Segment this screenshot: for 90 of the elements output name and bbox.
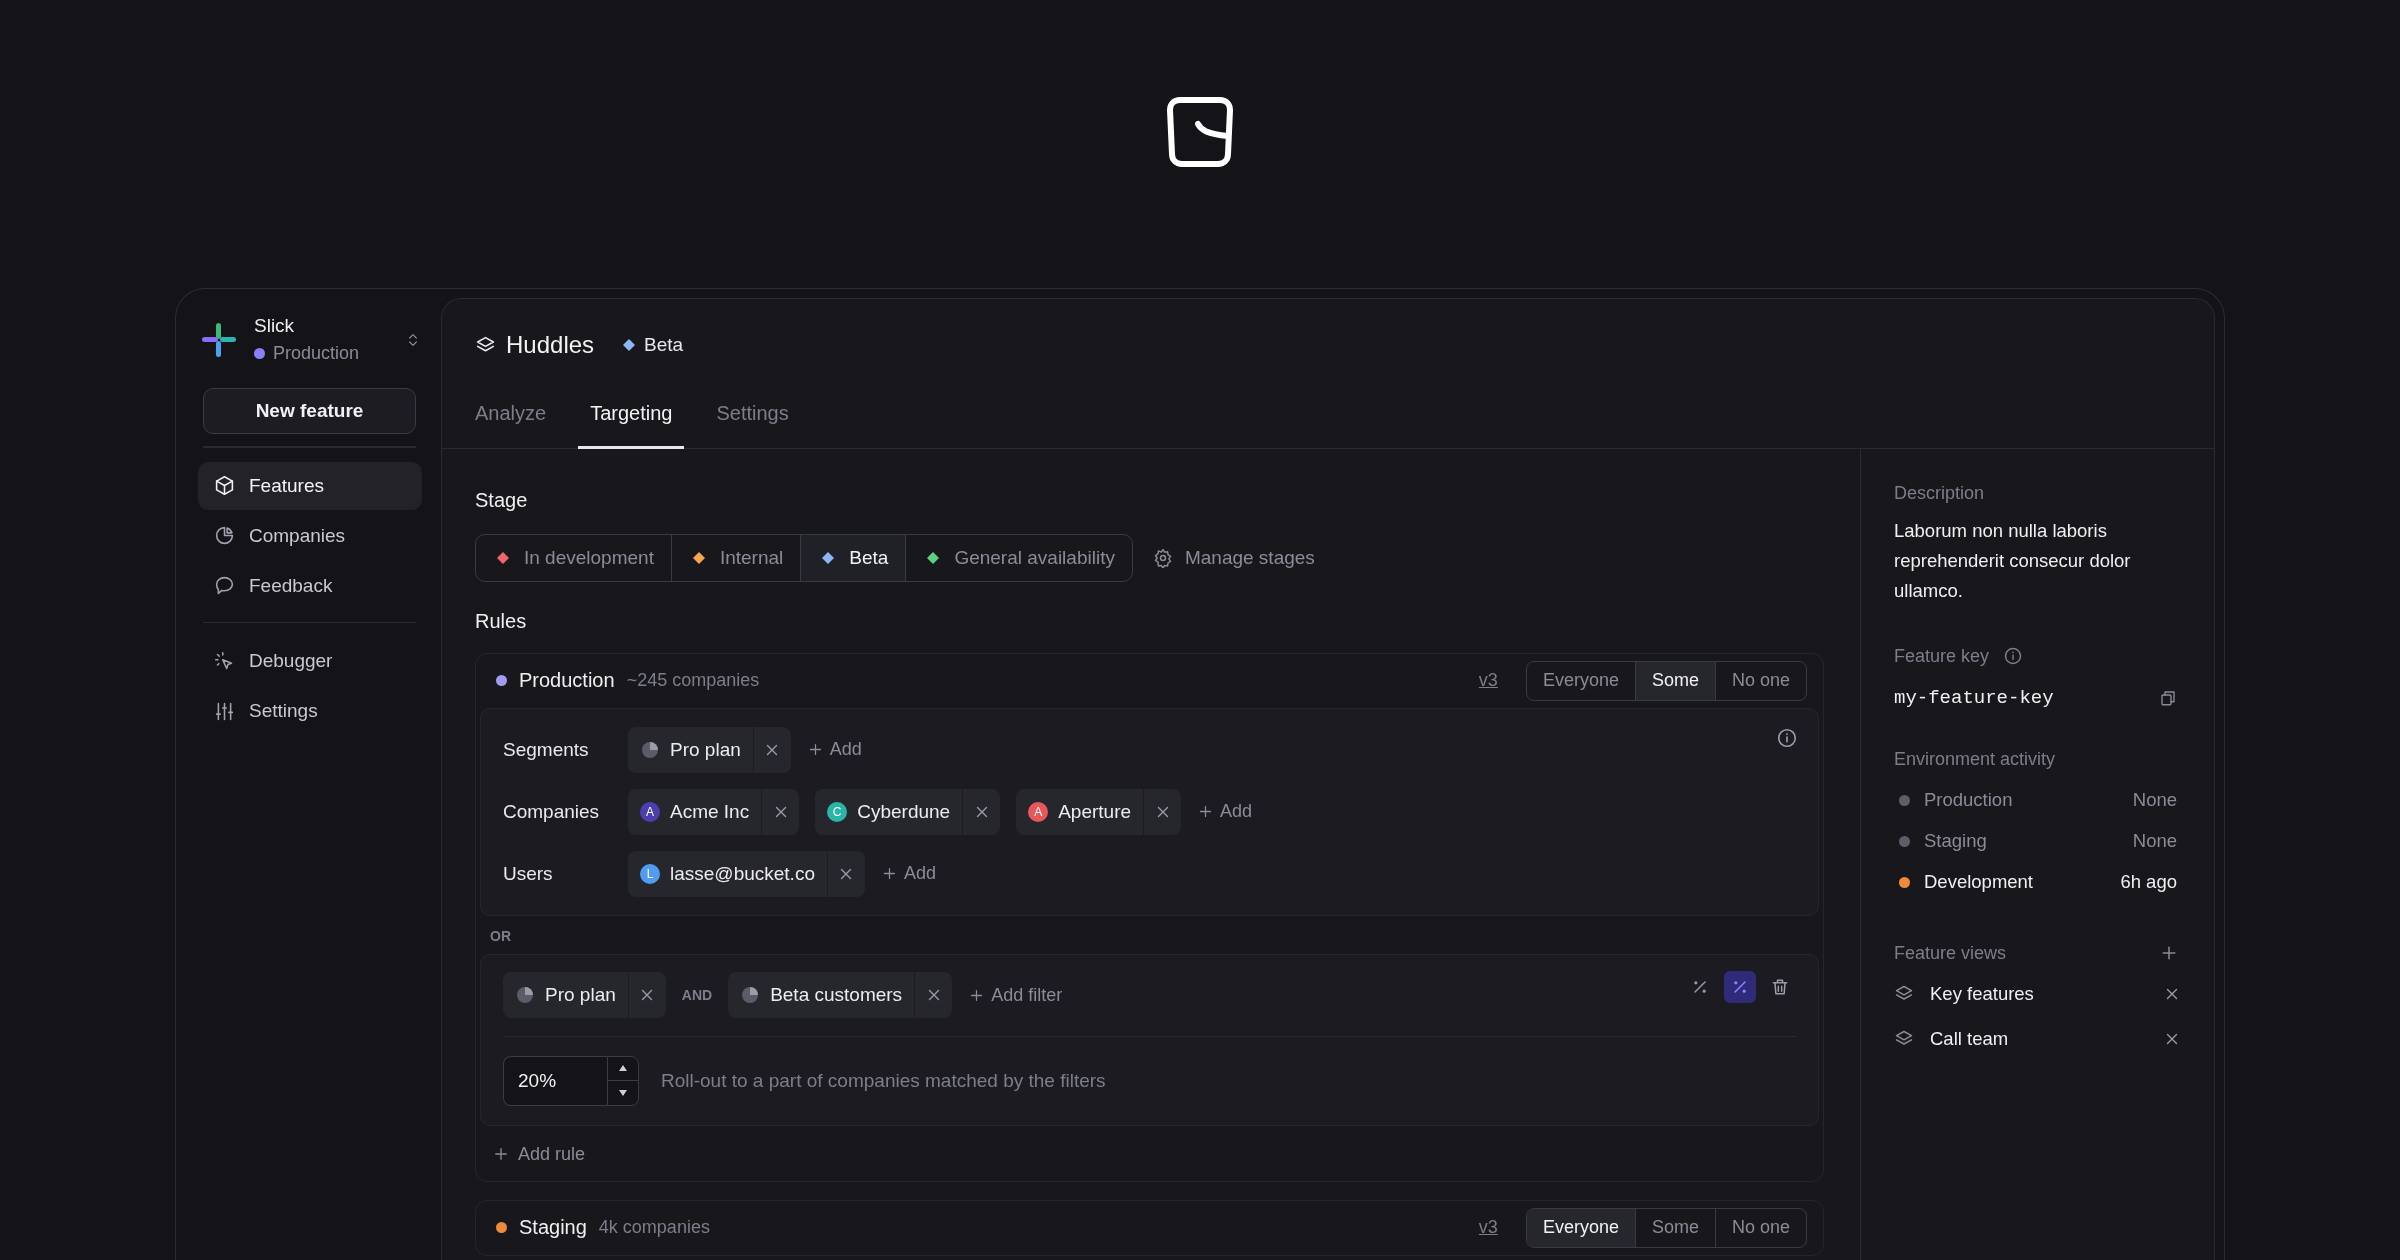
company-count: 4k companies — [598, 1217, 710, 1238]
sidebar-item[interactable]: Settings — [198, 687, 422, 735]
pie-chart-icon — [214, 525, 235, 546]
feature-title: Huddles — [506, 331, 595, 359]
view-item[interactable]: Key features — [1894, 971, 2181, 1017]
target-label: Companies — [503, 800, 601, 823]
workspace-name: Slick — [254, 315, 296, 337]
mode-option[interactable]: Everyone — [1526, 661, 1635, 700]
activity-time: None — [2132, 830, 2177, 852]
chip-label: Aperture — [1058, 800, 1132, 823]
environment-name: Staging — [1924, 830, 1987, 852]
info-icon — [2003, 646, 2024, 666]
chip-label: Pro plan — [545, 984, 616, 1006]
cube-icon — [214, 475, 235, 496]
field-label: Feature key — [1894, 645, 1990, 667]
mode-option[interactable]: No one — [1714, 661, 1806, 700]
add-rule-button[interactable]: Add rule — [480, 1125, 586, 1181]
down-arrow-icon[interactable] — [618, 1088, 628, 1097]
environment-name: Production — [273, 343, 360, 364]
activity-time: 6h ago — [2120, 871, 2177, 893]
version-link[interactable]: v3 — [1478, 670, 1498, 691]
tab[interactable]: Targeting — [578, 402, 685, 449]
field-label: Feature views — [1894, 942, 2007, 964]
and-label: AND — [681, 987, 713, 1003]
chip-label: Cyberdune — [857, 800, 951, 823]
avatar: A — [640, 801, 660, 822]
environment-name: Production — [519, 669, 615, 692]
percent-button[interactable] — [1724, 970, 1756, 1003]
environment-name: Development — [1924, 871, 2033, 893]
company-count: ~245 companies — [626, 670, 760, 691]
environment-name: Production — [1924, 789, 2013, 811]
avatar: C — [827, 801, 848, 822]
manage-stages-button[interactable]: Manage stages — [1152, 546, 1315, 569]
chip-label: Pro plan — [670, 738, 741, 761]
stage-option[interactable]: General availability — [905, 534, 1132, 581]
info-icon — [1776, 726, 1798, 749]
or-label: OR — [489, 926, 512, 946]
new-feature-button[interactable]: New feature — [203, 388, 416, 434]
add-button[interactable]: Add — [806, 739, 862, 760]
target-label: Segments — [503, 738, 590, 761]
section-title: Rules — [475, 609, 528, 633]
status-dot — [254, 348, 265, 359]
stage-label: Beta — [644, 334, 684, 356]
mode-option[interactable]: Everyone — [1526, 1208, 1635, 1247]
logo-icon — [1166, 96, 1234, 168]
add-filter-button[interactable]: Add filter — [968, 984, 1063, 1006]
section-title: Stage — [475, 488, 529, 512]
pie-chart-icon — [640, 739, 660, 760]
rollout-description: Roll-out to a part of companies matched by the filters — [661, 1069, 1106, 1092]
avatar: A — [1028, 801, 1049, 822]
field-label: Environment activity — [1894, 748, 2057, 770]
gear-icon — [1152, 547, 1173, 568]
sidebar-item[interactable]: Companies — [198, 511, 422, 560]
feature-key: my-feature-key — [1894, 686, 2054, 709]
view-item[interactable]: Call team — [1894, 1016, 2181, 1062]
sidebar-item[interactable]: Feedback — [198, 561, 422, 610]
speech-bubble-icon — [214, 575, 235, 596]
rollout-field[interactable]: 20% — [503, 1055, 607, 1106]
up-arrow-icon[interactable] — [618, 1064, 628, 1073]
pie-chart-icon — [515, 985, 535, 1005]
sidebar-item[interactable]: Debugger — [198, 637, 422, 685]
tab[interactable]: Settings — [716, 402, 789, 449]
field-label: Description — [1894, 482, 1986, 504]
avatar: L — [640, 863, 660, 884]
stepper-button[interactable] — [607, 1055, 639, 1106]
description-text: Laborum non nulla laboris reprehenderit consecur dolor ullamco. — [1894, 518, 2132, 603]
target-label: Users — [503, 862, 554, 885]
activity-time: None — [2132, 789, 2177, 811]
tab[interactable]: Analyze — [475, 402, 547, 449]
plus-icon — [492, 1145, 510, 1163]
pie-chart-icon — [740, 985, 761, 1005]
copy-icon — [2159, 688, 2177, 707]
cursor-icon — [214, 650, 235, 672]
mode-option[interactable]: Some — [1634, 1208, 1715, 1247]
environment-name: Staging — [519, 1216, 587, 1239]
chip-label: Acme Inc — [670, 800, 750, 823]
copy-button[interactable] — [2159, 688, 2177, 707]
app-logo-icon — [202, 322, 236, 357]
mode-option[interactable]: No one — [1714, 1208, 1806, 1247]
version-link[interactable]: v3 — [1478, 1217, 1498, 1238]
stage-option[interactable]: In development — [476, 534, 671, 581]
add-button[interactable]: Add — [1197, 801, 1253, 822]
sliders-icon — [214, 700, 235, 722]
sidebar-item[interactable]: Features — [198, 461, 422, 510]
mode-option[interactable]: Some — [1634, 661, 1715, 700]
diamond-icon — [622, 338, 637, 352]
stage-option[interactable]: Beta — [800, 534, 906, 581]
add-button[interactable]: Add — [880, 863, 936, 884]
chip-label: Beta customers — [770, 984, 903, 1006]
chip-label: lasse@bucket.co — [670, 862, 815, 885]
